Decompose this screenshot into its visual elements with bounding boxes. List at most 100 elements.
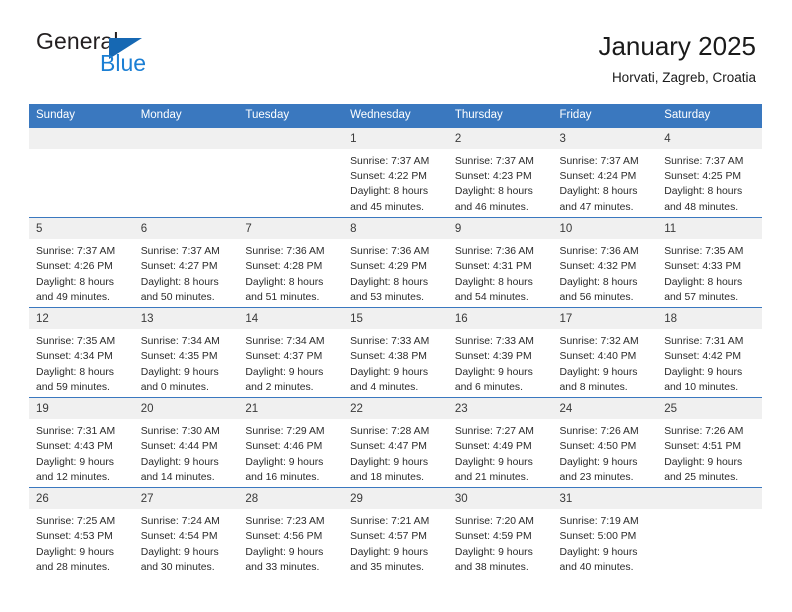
daylight-duration-line1: Daylight: 9 hours — [245, 366, 324, 378]
day-number: 14 — [238, 308, 344, 330]
sunrise-time: Sunrise: 7:36 AM — [559, 246, 639, 258]
weekday-header-wednesday: Wednesday — [343, 104, 448, 128]
sunrise-time: Sunrise: 7:36 AM — [245, 246, 325, 258]
sunset-time: Sunset: 4:35 PM — [140, 351, 218, 363]
calendar-day-cell[interactable]: 3 Sunrise: 7:37 AM Sunset: 4:24 PM Daylight… — [552, 127, 658, 218]
calendar-day-cell[interactable]: 24 Sunrise: 7:26 AM Sunset: 4:50 PM Dayligh… — [552, 397, 658, 488]
daylight-duration-line2: and 56 minutes. — [559, 292, 634, 304]
sunset-time: Sunset: 4:44 PM — [140, 441, 218, 453]
daylight-duration-line1: Daylight: 9 hours — [559, 546, 638, 558]
calendar-day-cell[interactable]: 1 Sunrise: 7:37 AM Sunset: 4:22 PM Daylight… — [343, 127, 448, 218]
calendar-day-cell[interactable]: 25 Sunrise: 7:26 AM Sunset: 4:51 PM Dayligh… — [657, 397, 762, 488]
day-detail: Sunrise: 7:36 AM Sunset: 4:28 PM Daylight:… — [238, 239, 343, 305]
calendar-day-cell[interactable]: 10 Sunrise: 7:36 AM Sunset: 4:32 PM Dayligh… — [552, 217, 658, 308]
day-number: 21 — [238, 398, 344, 420]
daylight-duration-line1: Daylight: 8 hours — [664, 186, 743, 198]
daylight-duration-line2: and 48 minutes. — [664, 201, 739, 213]
calendar-day-cell[interactable]: 11 Sunrise: 7:35 AM Sunset: 4:33 PM Dayligh… — [657, 217, 762, 308]
daylight-duration-line1: Daylight: 9 hours — [350, 546, 429, 558]
day-detail: Sunrise: 7:29 AM Sunset: 4:46 PM Daylight:… — [238, 419, 343, 485]
daylight-duration-line2: and 4 minutes. — [350, 382, 419, 394]
daylight-duration-line1: Daylight: 8 hours — [245, 276, 324, 288]
sunset-time: Sunset: 4:51 PM — [664, 441, 742, 453]
calendar-body: 1 Sunrise: 7:37 AM Sunset: 4:22 PM Daylight… — [29, 127, 762, 578]
calendar-day-cell[interactable]: 14 Sunrise: 7:34 AM Sunset: 4:37 PM Dayligh… — [238, 307, 344, 398]
calendar-day-cell[interactable]: 7 Sunrise: 7:36 AM Sunset: 4:28 PM Daylight… — [238, 217, 344, 308]
day-number: 28 — [238, 488, 344, 510]
day-number: 9 — [447, 218, 553, 240]
sunrise-time: Sunrise: 7:32 AM — [559, 336, 639, 348]
sunset-time: Sunset: 4:25 PM — [664, 170, 742, 182]
day-number: 16 — [447, 308, 553, 330]
calendar-day-cell[interactable]: 20 Sunrise: 7:30 AM Sunset: 4:44 PM Dayligh… — [133, 397, 239, 488]
daylight-duration-line1: Daylight: 9 hours — [454, 546, 533, 558]
daylight-duration-line2: and 16 minutes. — [245, 472, 320, 484]
sunrise-time: Sunrise: 7:19 AM — [559, 516, 639, 528]
sunset-time: Sunset: 4:49 PM — [454, 441, 532, 453]
weekday-header-friday: Friday — [552, 104, 658, 128]
general-blue-logo[interactable]: General Blue — [36, 30, 216, 86]
day-number: 5 — [29, 218, 134, 240]
day-number: 12 — [29, 308, 134, 330]
sunrise-time: Sunrise: 7:35 AM — [36, 336, 116, 348]
calendar-day-cell[interactable]: 6 Sunrise: 7:37 AM Sunset: 4:27 PM Daylight… — [133, 217, 239, 308]
page-header: General Blue January 2025 Horvati, Zagre… — [0, 0, 792, 100]
calendar-day-cell[interactable]: 21 Sunrise: 7:29 AM Sunset: 4:46 PM Dayligh… — [238, 397, 344, 488]
day-number: 27 — [133, 488, 239, 510]
calendar-day-cell[interactable]: 30 Sunrise: 7:20 AM Sunset: 4:59 PM Dayligh… — [447, 487, 553, 578]
day-detail: Sunrise: 7:33 AM Sunset: 4:38 PM Daylight:… — [343, 329, 448, 395]
calendar-day-cell[interactable]: 15 Sunrise: 7:33 AM Sunset: 4:38 PM Dayligh… — [343, 307, 448, 398]
daylight-duration-line2: and 38 minutes. — [454, 562, 529, 574]
calendar-day-cell[interactable]: 8 Sunrise: 7:36 AM Sunset: 4:29 PM Daylight… — [343, 217, 448, 308]
sunrise-time: Sunrise: 7:23 AM — [245, 516, 325, 528]
calendar-day-cell[interactable]: 22 Sunrise: 7:28 AM Sunset: 4:47 PM Dayligh… — [343, 397, 448, 488]
calendar-day-cell[interactable]: 29 Sunrise: 7:21 AM Sunset: 4:57 PM Dayligh… — [343, 487, 448, 578]
daylight-duration-line2: and 47 minutes. — [559, 201, 634, 213]
daylight-duration-line2: and 28 minutes. — [36, 562, 110, 574]
daylight-duration-line2: and 54 minutes. — [454, 292, 529, 304]
calendar-day-cell[interactable]: 26 Sunrise: 7:25 AM Sunset: 4:53 PM Dayligh… — [29, 487, 134, 578]
calendar-day-cell[interactable]: 4 Sunrise: 7:37 AM Sunset: 4:25 PM Daylight… — [657, 127, 762, 218]
calendar-week-row: 19 Sunrise: 7:31 AM Sunset: 4:43 PM Dayligh… — [29, 397, 762, 488]
day-number: 7 — [238, 218, 344, 240]
calendar-day-cell[interactable]: 18 Sunrise: 7:31 AM Sunset: 4:42 PM Dayligh… — [657, 307, 762, 398]
daylight-duration-line2: and 23 minutes. — [559, 472, 634, 484]
calendar-day-cell[interactable]: 28 Sunrise: 7:23 AM Sunset: 4:56 PM Dayligh… — [238, 487, 344, 578]
sunset-time: Sunset: 4:27 PM — [140, 261, 218, 273]
day-number: 11 — [657, 218, 762, 240]
calendar-day-cell[interactable]: 19 Sunrise: 7:31 AM Sunset: 4:43 PM Dayligh… — [29, 397, 134, 488]
day-number: 22 — [343, 398, 448, 420]
day-number — [657, 488, 762, 510]
calendar-day-cell[interactable]: 12 Sunrise: 7:35 AM Sunset: 4:34 PM Dayligh… — [29, 307, 134, 398]
day-number: 8 — [343, 218, 448, 240]
daylight-duration-line1: Daylight: 8 hours — [559, 186, 638, 198]
sunset-time: Sunset: 4:32 PM — [559, 261, 637, 273]
day-number — [29, 127, 134, 149]
sunset-time: Sunset: 4:57 PM — [350, 531, 427, 543]
calendar-day-cell[interactable]: 16 Sunrise: 7:33 AM Sunset: 4:39 PM Dayligh… — [447, 307, 553, 398]
sunrise-time: Sunrise: 7:24 AM — [140, 516, 220, 528]
calendar-day-cell[interactable]: 2 Sunrise: 7:37 AM Sunset: 4:23 PM Daylight… — [447, 127, 553, 218]
sunrise-time: Sunrise: 7:37 AM — [454, 155, 534, 167]
sunrise-time: Sunrise: 7:37 AM — [140, 246, 220, 258]
day-detail: Sunrise: 7:34 AM Sunset: 4:35 PM Daylight:… — [134, 329, 239, 395]
daylight-duration-line1: Daylight: 8 hours — [454, 276, 533, 288]
calendar-day-cell[interactable]: 27 Sunrise: 7:24 AM Sunset: 4:54 PM Dayligh… — [133, 487, 239, 578]
day-detail: Sunrise: 7:28 AM Sunset: 4:47 PM Daylight:… — [343, 419, 448, 485]
day-number: 26 — [29, 488, 134, 510]
day-detail: Sunrise: 7:37 AM Sunset: 4:25 PM Daylight:… — [657, 149, 762, 215]
day-detail: Sunrise: 7:37 AM Sunset: 4:22 PM Daylight:… — [343, 149, 448, 215]
day-detail: Sunrise: 7:30 AM Sunset: 4:44 PM Daylight:… — [134, 419, 239, 485]
daylight-duration-line1: Daylight: 8 hours — [559, 276, 638, 288]
day-number: 13 — [133, 308, 239, 330]
day-number: 29 — [343, 488, 448, 510]
day-number — [238, 127, 344, 149]
sunset-time: Sunset: 4:33 PM — [664, 261, 742, 273]
calendar-day-cell[interactable]: 17 Sunrise: 7:32 AM Sunset: 4:40 PM Dayligh… — [552, 307, 658, 398]
day-detail: Sunrise: 7:26 AM Sunset: 4:50 PM Daylight:… — [553, 419, 658, 485]
calendar-day-cell[interactable]: 31 Sunrise: 7:19 AM Sunset: 5:00 PM Dayligh… — [552, 487, 658, 578]
calendar-day-cell[interactable]: 13 Sunrise: 7:34 AM Sunset: 4:35 PM Dayligh… — [133, 307, 239, 398]
calendar-day-cell[interactable]: 9 Sunrise: 7:36 AM Sunset: 4:31 PM Daylight… — [447, 217, 553, 308]
calendar-day-cell[interactable]: 23 Sunrise: 7:27 AM Sunset: 4:49 PM Dayligh… — [447, 397, 553, 488]
calendar-day-cell[interactable]: 5 Sunrise: 7:37 AM Sunset: 4:26 PM Daylight… — [29, 217, 134, 308]
